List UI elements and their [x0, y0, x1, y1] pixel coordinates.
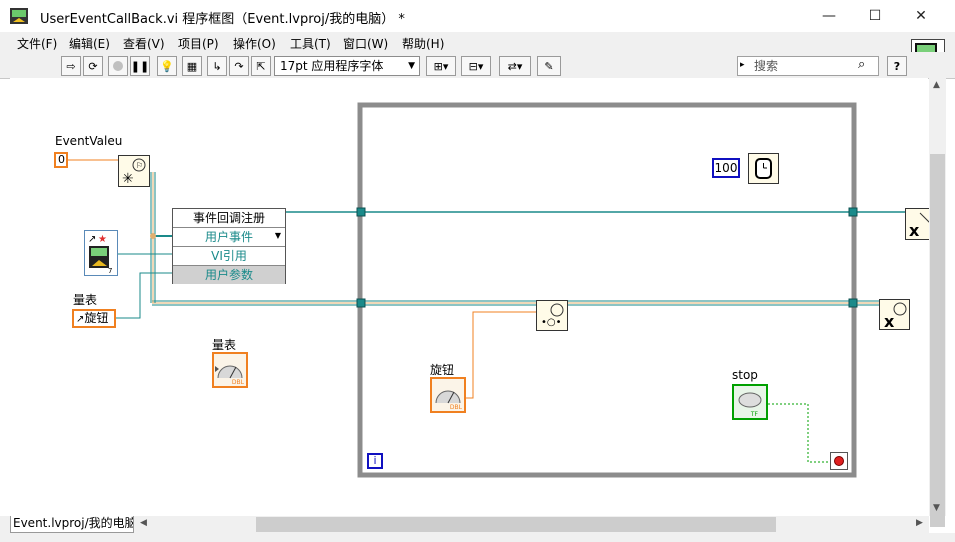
svg-text:⚐: ⚐ — [136, 161, 143, 170]
unregister-events-node[interactable]: x — [905, 208, 931, 240]
register-row-vi-ref[interactable]: VI引用 — [173, 246, 285, 265]
svg-text:✳: ✳ — [122, 171, 134, 186]
project-tab[interactable]: Event.lvproj/我的电脑 — [10, 516, 134, 533]
destroy-user-event-node[interactable]: x — [879, 299, 910, 331]
svg-text:x: x — [909, 221, 920, 239]
gauge-terminal[interactable]: DBL — [212, 352, 248, 388]
tunnel-left-top — [356, 207, 366, 217]
knob-wire — [465, 311, 536, 399]
generate-user-event-node[interactable]: •○• — [536, 300, 568, 331]
loop-condition-terminal[interactable] — [830, 452, 848, 470]
tunnel-left-bottom — [356, 298, 366, 308]
scroll-down-icon[interactable]: ▼ — [933, 503, 940, 513]
status-bar — [0, 533, 955, 542]
loop-iteration-terminal[interactable]: i — [367, 453, 383, 469]
wires-layer — [67, 102, 930, 478]
svg-text:x: x — [884, 312, 895, 329]
vi-reference-constant[interactable]: ↗ ★ 7 — [84, 230, 118, 276]
svg-text:↗: ↗ — [88, 234, 96, 245]
vertical-scroll-thumb[interactable] — [930, 154, 945, 527]
stop-dtype: TF — [750, 411, 758, 418]
scroll-right-icon[interactable]: ▶ — [916, 518, 923, 528]
scroll-up-icon[interactable]: ▲ — [933, 80, 940, 90]
while-loop-frame — [357, 102, 857, 478]
svg-text:7: 7 — [108, 267, 112, 275]
knob-terminal[interactable]: DBL — [430, 377, 466, 413]
wire-junction — [150, 233, 156, 239]
register-node-title: 事件回调注册 — [192, 211, 265, 225]
wait-ms-node[interactable] — [748, 153, 779, 184]
vertical-scrollbar[interactable]: ▲ ▼ — [929, 78, 946, 527]
gauge-dtype: DBL — [231, 379, 244, 386]
knob-dtype: DBL — [449, 404, 462, 411]
wait-ms-constant[interactable]: 100 — [712, 158, 740, 178]
svg-text:•○•: •○• — [541, 317, 562, 328]
event-callback-register-node[interactable]: 事件回调注册 用户事件 VI引用 用户参数 ▼ — [172, 208, 286, 284]
stop-button-terminal[interactable]: TF — [732, 384, 768, 420]
create-user-event-node[interactable]: ⚐ ✳ — [118, 155, 150, 187]
stop-circle-icon — [834, 456, 844, 466]
register-row-user-param[interactable]: 用户参数 — [173, 265, 285, 284]
stop-terminal-label: stop — [732, 368, 758, 382]
gauge-terminal-label: 量表 — [212, 338, 237, 352]
gauge-ref-wire — [115, 272, 172, 319]
tunnel-right-top — [848, 207, 858, 217]
stop-wire — [768, 403, 830, 463]
horizontal-scroll-thumb[interactable] — [256, 517, 776, 532]
event-value-constant[interactable]: 0 — [54, 152, 68, 168]
scroll-left-icon[interactable]: ◀ — [140, 518, 147, 528]
dropdown-arrow-icon: ▼ — [274, 231, 281, 240]
knob-ref-value: 旋钮 — [84, 311, 109, 325]
event-value-label: EventValeu — [55, 134, 123, 148]
horizontal-scrollbar[interactable]: ◀ ▶ — [138, 516, 929, 533]
tunnel-right-bottom — [848, 298, 858, 308]
svg-text:★: ★ — [98, 234, 107, 245]
knob-reference-constant[interactable]: ↗旋钮 — [72, 309, 116, 328]
knob-terminal-label: 旋钮 — [430, 363, 455, 377]
register-row-user-event[interactable]: 用户事件 — [173, 227, 285, 246]
gauge-ref-label: 量表 — [73, 293, 98, 307]
